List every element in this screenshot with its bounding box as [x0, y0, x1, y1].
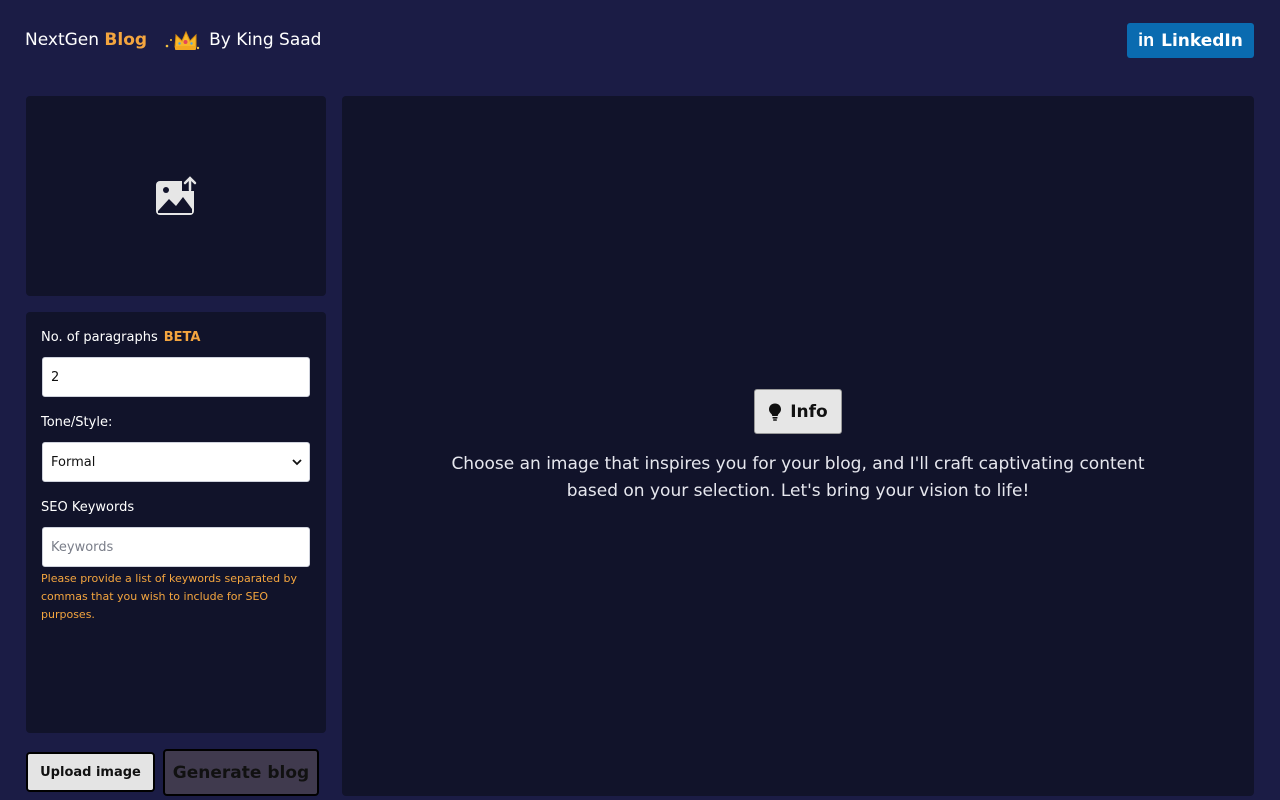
paragraphs-input[interactable]: 2	[42, 357, 310, 397]
brand-title: NextGen Blog	[25, 30, 147, 50]
tone-value: Formal	[51, 454, 96, 470]
info-message: Choose an image that inspires you for yo…	[451, 454, 1145, 501]
tone-label: Tone/Style:	[41, 415, 113, 430]
chevron-down-icon	[292, 459, 302, 466]
brand: NextGen Blog By King Saad	[25, 28, 321, 52]
brand-name: NextGen	[25, 30, 100, 50]
byline: By King Saad	[209, 30, 322, 50]
tone-select[interactable]: Formal	[42, 442, 310, 482]
info-label: Info	[790, 401, 828, 422]
info-button[interactable]: Info	[754, 389, 842, 434]
content-area: Info Choose an image that inspires you f…	[342, 96, 1254, 796]
brand-accent: Blog	[104, 30, 148, 50]
paragraphs-label-text: No. of paragraphs	[41, 330, 158, 345]
linkedin-label: LinkedIn	[1161, 30, 1243, 51]
beta-badge: BETA	[163, 330, 201, 345]
image-dropzone[interactable]	[26, 96, 326, 296]
crown-icon	[165, 30, 200, 50]
app-root: NextGen Blog By King Saad in LinkedIn No…	[0, 0, 1280, 800]
lightbulb-icon	[769, 403, 782, 421]
seo-hint: Please provide a list of keywords separa…	[41, 572, 298, 621]
settings-panel: No. of paragraphs BETA 2 Tone/Style: Form…	[26, 312, 326, 733]
upload-image-button[interactable]: Upload image	[26, 752, 155, 792]
paragraphs-label: No. of paragraphs BETA	[41, 330, 200, 345]
image-upload-icon	[156, 175, 198, 215]
seo-keywords-input[interactable]: Keywords	[42, 527, 310, 567]
linkedin-button[interactable]: in LinkedIn	[1127, 23, 1254, 58]
generate-blog-button[interactable]: Generate blog	[163, 749, 319, 796]
seo-label: SEO Keywords	[41, 500, 135, 515]
seo-placeholder: Keywords	[51, 539, 114, 555]
linkedin-icon: in	[1138, 30, 1155, 50]
paragraphs-value: 2	[51, 369, 60, 385]
